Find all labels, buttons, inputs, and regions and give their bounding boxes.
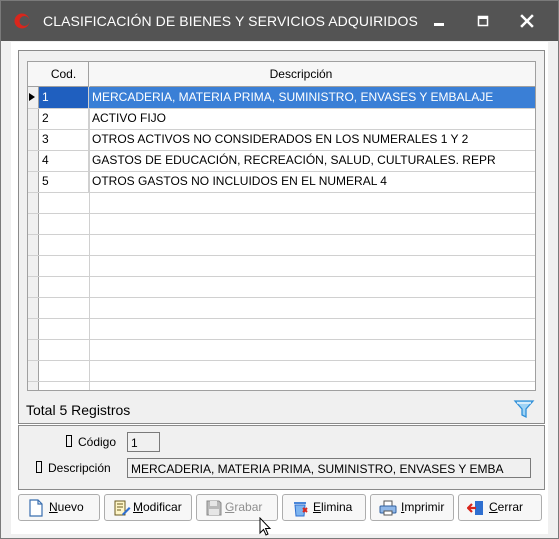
cell-cod[interactable]: 3 <box>39 129 89 150</box>
descripcion-label: Descripción <box>36 461 111 475</box>
empty-table-row[interactable] <box>28 255 535 277</box>
close-icon[interactable] <box>515 9 539 33</box>
column-header-descripcion[interactable]: Descripción <box>89 62 513 86</box>
data-grid[interactable]: Cod. Descripción 1 MERCADERIA, MATERIA PR… <box>27 61 536 391</box>
minimize-icon[interactable] <box>427 9 451 33</box>
empty-table-row[interactable] <box>28 192 535 214</box>
empty-table-row[interactable] <box>28 297 535 319</box>
detail-panel: Código 1 Descripción MERCADERIA, MATERIA… <box>18 425 545 490</box>
empty-table-row[interactable] <box>28 360 535 382</box>
cell-descripcion[interactable]: GASTOS DE EDUCACIÓN, RECREACIÓN, SALUD, … <box>89 150 535 171</box>
cell-descripcion[interactable]: ACTIVO FIJO <box>89 108 535 129</box>
current-row-indicator-icon <box>29 93 35 101</box>
cell-descripcion[interactable]: OTROS ACTIVOS NO CONSIDERADOS EN LOS NUM… <box>89 129 535 150</box>
printer-icon <box>379 500 397 516</box>
edit-document-icon <box>114 500 131 516</box>
nuevo-button[interactable]: Nuevo <box>18 494 100 521</box>
elimina-button[interactable]: Elimina <box>282 494 366 521</box>
maximize-icon[interactable] <box>471 9 495 33</box>
descripcion-field[interactable]: MERCADERIA, MATERIA PRIMA, SUMINISTRO, E… <box>127 458 531 478</box>
table-row[interactable]: 5 OTROS GASTOS NO INCLUIDOS EN EL NUMERAL… <box>28 171 535 193</box>
button-bar: Nuevo Modificar Grabar Elimina Imprimir … <box>18 494 543 524</box>
empty-table-row[interactable] <box>28 339 535 361</box>
empty-table-row[interactable] <box>28 276 535 298</box>
cell-cod[interactable]: 5 <box>39 171 89 192</box>
table-row[interactable]: 2 ACTIVO FIJO <box>28 108 535 130</box>
cell-descripcion[interactable]: OTROS GASTOS NO INCLUIDOS EN EL NUMERAL … <box>89 171 535 192</box>
window-title: CLASIFICACIÓN DE BIENES Y SERVICIOS ADQU… <box>43 13 418 29</box>
modificar-button[interactable]: Modificar <box>104 494 192 521</box>
mouse-cursor-icon <box>259 517 272 536</box>
empty-table-row[interactable] <box>28 213 535 235</box>
cell-cod[interactable]: 1 <box>39 87 89 108</box>
table-row[interactable]: 3 OTROS ACTIVOS NO CONSIDERADOS EN LOS NU… <box>28 129 535 151</box>
new-document-icon <box>29 499 43 517</box>
title-bar[interactable]: CLASIFICACIÓN DE BIENES Y SERVICIOS ADQU… <box>1 1 558 41</box>
app-logo-icon <box>14 13 30 29</box>
cell-cod[interactable]: 2 <box>39 108 89 129</box>
save-disk-icon <box>206 500 222 516</box>
imprimir-button[interactable]: Imprimir <box>370 494 454 521</box>
grid-header: Cod. Descripción <box>28 62 535 87</box>
total-records-label: Total 5 Registros <box>26 402 131 418</box>
window-content: Cod. Descripción 1 MERCADERIA, MATERIA PR… <box>11 42 548 534</box>
cell-descripcion[interactable]: MERCADERIA, MATERIA PRIMA, SUMINISTRO, E… <box>89 87 535 108</box>
empty-table-row[interactable] <box>28 234 535 256</box>
app-window: CLASIFICACIÓN DE BIENES Y SERVICIOS ADQU… <box>0 0 559 539</box>
codigo-label: Código <box>66 435 116 449</box>
table-row[interactable]: 1 MERCADERIA, MATERIA PRIMA, SUMINISTRO, … <box>28 87 535 109</box>
cell-cod[interactable]: 4 <box>39 150 89 171</box>
column-header-cod[interactable]: Cod. <box>39 62 89 86</box>
table-row[interactable]: 4 GASTOS DE EDUCACIÓN, RECREACIÓN, SALUD,… <box>28 150 535 172</box>
filter-icon[interactable] <box>513 398 535 420</box>
cerrar-button[interactable]: Cerrar <box>458 494 542 521</box>
exit-door-icon <box>467 501 483 515</box>
grid-panel: Cod. Descripción 1 MERCADERIA, MATERIA PR… <box>18 50 545 424</box>
codigo-field[interactable]: 1 <box>127 432 160 452</box>
empty-table-row[interactable] <box>28 318 535 340</box>
delete-trash-icon <box>294 502 308 517</box>
